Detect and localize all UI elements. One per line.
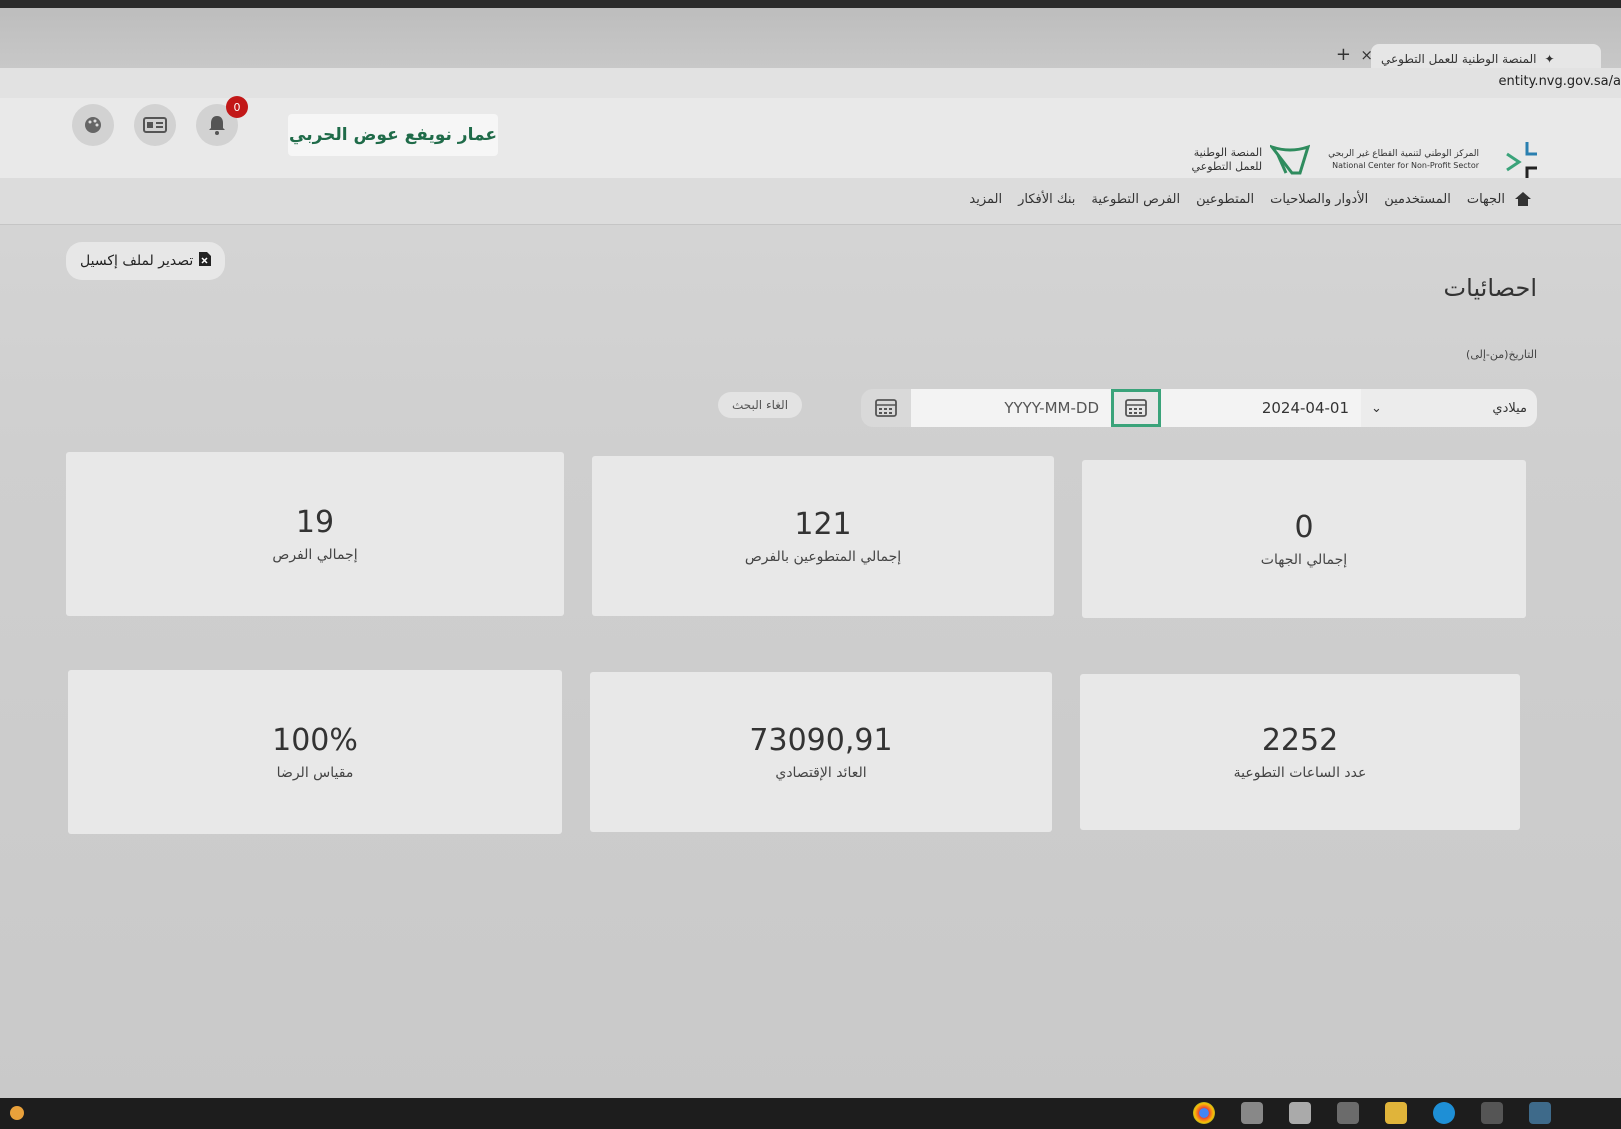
stat-card-volunteer-hours: 2252 عدد الساعات التطوعية: [1080, 674, 1520, 830]
address-bar[interactable]: entity.nvg.gov.sa/a: [0, 68, 1621, 98]
stat-label: إجمالي المتطوعين بالفرص: [744, 549, 902, 565]
stat-label: إجمالي الجهات: [1260, 552, 1348, 568]
ncnp-logo-icon: [1497, 138, 1541, 182]
nav-item-more[interactable]: المزيد: [969, 192, 1002, 207]
nav-item-volunteers[interactable]: المتطوعين: [1196, 192, 1254, 207]
stat-card-economic-return: 73090,91 العائد الإقتصادي: [590, 672, 1052, 832]
stat-value: 100%: [272, 723, 358, 758]
header-actions: 0: [72, 96, 248, 146]
calendar-type-select[interactable]: ميلادي ⌄: [1361, 389, 1537, 427]
url-text: entity.nvg.gov.sa/a: [1498, 74, 1621, 89]
date-to-calendar-icon[interactable]: [861, 389, 911, 427]
taskbar-icons: [1193, 1102, 1551, 1124]
tab-favicon-icon: ✦: [1544, 52, 1555, 66]
stat-card-total-entities: 0 إجمالي الجهات: [1082, 460, 1526, 618]
main-content: تصدير لملف إكسيل احصائيات التاريخ(من-إلى…: [0, 224, 1621, 1104]
platform-logo-line-2: للعمل التطوعي: [1191, 160, 1263, 173]
stat-label: عدد الساعات التطوعية: [1233, 765, 1367, 781]
date-to-input[interactable]: YYYY-MM-DD: [911, 389, 1111, 427]
export-excel-button[interactable]: تصدير لملف إكسيل: [66, 242, 226, 280]
user-name-display[interactable]: عمار نويفع عوض الحربي: [288, 114, 498, 156]
stat-label: مقياس الرضا: [276, 765, 354, 781]
weather-sun-icon: [10, 1106, 24, 1120]
task-view-icon[interactable]: [1481, 1102, 1503, 1124]
browser-tab-bar: + × ✦ المنصة الوطنية للعمل التطوعي: [0, 8, 1621, 74]
page-title: احصائيات: [1443, 274, 1537, 302]
os-taskbar: [0, 1098, 1621, 1129]
platform-logo-icon: [1270, 144, 1311, 175]
nav-item-users[interactable]: المستخدمين: [1384, 192, 1451, 207]
stat-card-total-volunteers: 121 إجمالي المتطوعين بالفرص: [592, 456, 1054, 616]
store-icon[interactable]: [1337, 1102, 1359, 1124]
stat-value: 121: [794, 507, 852, 542]
notification-count-badge: 0: [226, 96, 248, 118]
export-excel-label: تصدير لملف إكسيل: [80, 253, 194, 269]
weather-widget[interactable]: [10, 1106, 24, 1120]
stat-label: العائد الإقتصادي: [775, 765, 867, 781]
main-nav: الجهات المستخدمين الأدوار والصلاحيات الم…: [0, 178, 1621, 225]
chevron-down-icon: ⌄: [1371, 400, 1382, 416]
calendar-type-value: ميلادي: [1492, 400, 1527, 416]
logos: المركز الوطني لتنمية القطاع غير الربحي N…: [1191, 138, 1541, 182]
ncnp-logo-arabic: المركز الوطني لتنمية القطاع غير الربحي: [1328, 149, 1479, 159]
notifications-bell-icon[interactable]: 0: [196, 96, 248, 146]
new-tab-button[interactable]: +: [1336, 44, 1351, 65]
stat-value: 0: [1294, 510, 1314, 545]
nav-item-roles[interactable]: الأدوار والصلاحيات: [1270, 192, 1368, 207]
nav-item-entities[interactable]: الجهات: [1467, 192, 1505, 207]
excel-file-icon: [199, 252, 212, 270]
app-logo-icon[interactable]: [1529, 1102, 1551, 1124]
file-explorer-icon[interactable]: [1385, 1102, 1407, 1124]
chrome-icon[interactable]: [1193, 1102, 1215, 1124]
stat-card-satisfaction: 100% مقياس الرضا: [68, 670, 562, 834]
screen: + × ✦ المنصة الوطنية للعمل التطوعي entit…: [0, 8, 1621, 1108]
edge-icon[interactable]: [1433, 1102, 1455, 1124]
theme-palette-icon[interactable]: [72, 104, 114, 146]
cancel-search-button[interactable]: الغاء البحث: [718, 392, 803, 418]
tab-title: المنصة الوطنية للعمل التطوعي: [1381, 52, 1537, 66]
home-icon[interactable]: [1515, 192, 1531, 210]
ncnp-logo-english: National Center for Non-Profit Sector: [1332, 161, 1479, 170]
stat-label: إجمالي الفرص: [272, 547, 358, 563]
nav-item-opportunities[interactable]: الفرص التطوعية: [1091, 192, 1180, 207]
date-from-input[interactable]: 2024-04-01: [1161, 389, 1361, 427]
mail-icon[interactable]: [1289, 1102, 1311, 1124]
nav-item-ideas-bank[interactable]: بنك الأفكار: [1018, 192, 1075, 207]
date-from-calendar-icon[interactable]: [1111, 389, 1161, 427]
stat-value: 73090,91: [749, 723, 893, 758]
id-card-icon[interactable]: [134, 104, 176, 146]
ncnp-logo-text: المركز الوطني لتنمية القطاع غير الربحي N…: [1328, 148, 1479, 172]
date-range-label: التاريخ(من-إلى): [1466, 348, 1537, 361]
platform-logo: المنصة الوطنية للعمل التطوعي: [1191, 143, 1311, 177]
stat-value: 19: [295, 505, 335, 540]
calculator-icon[interactable]: [1241, 1102, 1263, 1124]
stat-value: 2252: [1261, 723, 1339, 758]
app-header: 0 عمار نويفع عوض الحربي المركز الوطني لت…: [0, 96, 1621, 180]
stat-card-total-opportunities: 19 إجمالي الفرص: [66, 452, 564, 616]
platform-logo-line-1: المنصة الوطنية: [1193, 146, 1263, 159]
date-filter: ميلادي ⌄ 2024-04-01 YYYY-MM-DD: [861, 388, 1537, 428]
